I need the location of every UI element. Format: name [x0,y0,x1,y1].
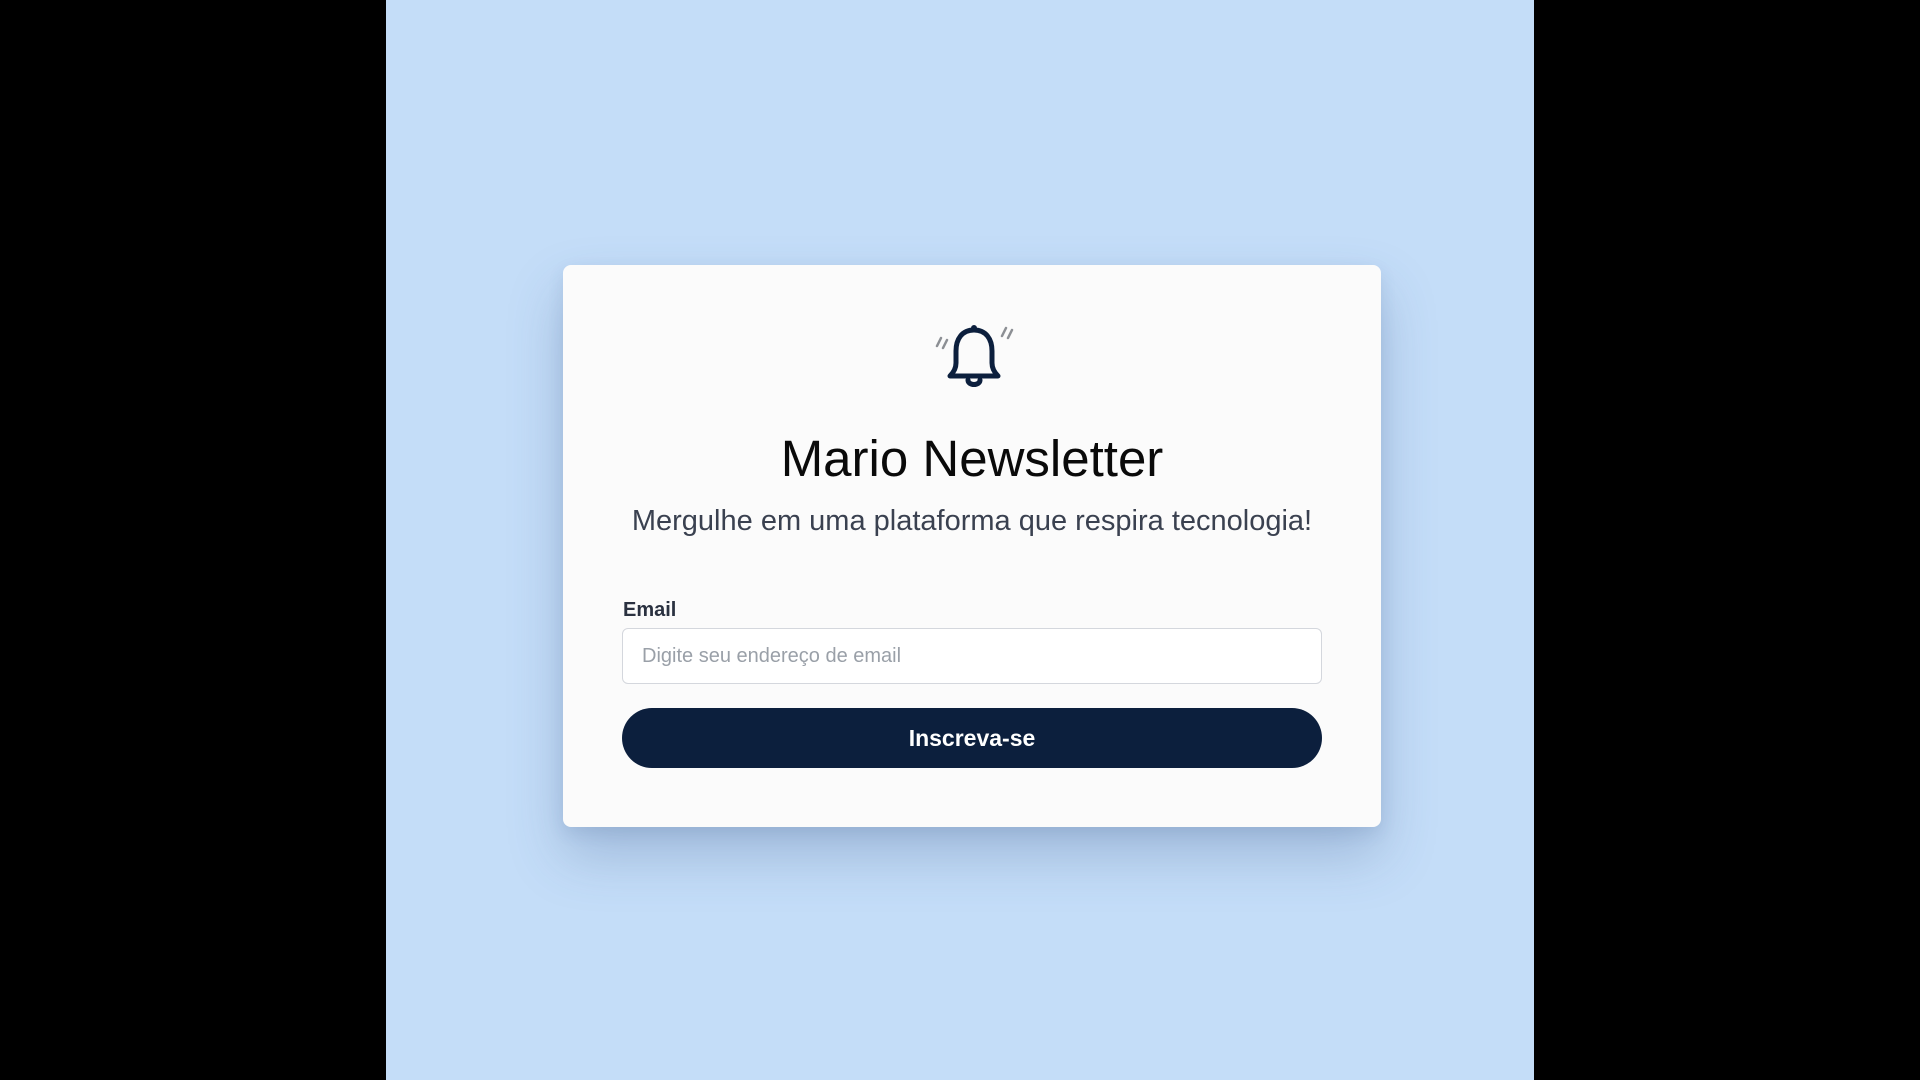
bell-ringing-icon [929,319,1019,399]
page-title: Mario Newsletter [780,430,1164,487]
page-background: Mario Newsletter Mergulhe em uma platafo… [386,0,1534,1080]
subscribe-button[interactable]: Inscreva-se [622,708,1322,768]
page-subtitle: Mergulhe em uma plataforma que respira t… [631,505,1313,537]
email-field[interactable] [622,628,1322,684]
email-label: Email [623,599,677,621]
newsletter-card: Mario Newsletter Mergulhe em uma platafo… [563,265,1381,827]
